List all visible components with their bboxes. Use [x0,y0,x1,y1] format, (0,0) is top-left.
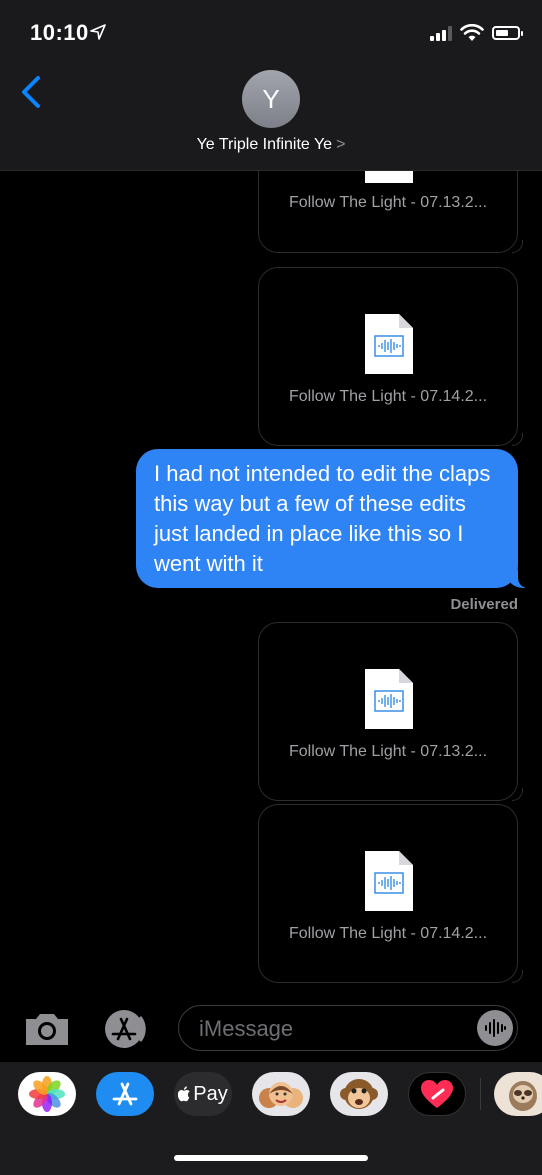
apple-logo-icon [178,1086,190,1102]
contact-name-button[interactable]: Ye Triple Infinite Ye > [0,136,542,154]
file-attachment-bubble[interactable]: Follow The Light - 07.14.2... [258,267,523,446]
drawer-divider [480,1078,481,1110]
message-composer [0,997,542,1061]
sticker-app-button[interactable] [494,1072,542,1116]
animoji-app-button[interactable] [330,1072,388,1116]
photos-app-button[interactable] [18,1072,76,1116]
sent-message-bubble[interactable]: I had not intended to edit the claps thi… [136,449,532,588]
imessage-app-drawer: Pay [0,1062,542,1175]
apple-pay-label: Pay [193,1082,228,1105]
audio-file-icon [365,669,413,729]
location-arrow-icon [90,24,106,40]
home-indicator[interactable] [174,1155,368,1161]
audio-file-icon [365,851,413,911]
heart-icon [421,1080,453,1108]
wifi-icon [460,24,484,41]
status-indicators [430,22,523,44]
audio-message-button[interactable] [477,1010,513,1046]
avatar-initial: Y [262,83,280,114]
cellular-signal-icon [430,25,452,41]
app-store-icon[interactable] [100,1009,150,1049]
apple-pay-app-button[interactable]: Pay [174,1072,232,1116]
contact-chevron: > [336,136,346,153]
monkey-animoji-icon [340,1079,378,1109]
app-store-logo-icon [112,1082,138,1106]
memoji-stickers-icon [259,1082,303,1108]
message-input-box[interactable] [178,1005,518,1051]
file-name: Follow The Light - 07.13.2... [288,743,488,760]
contact-avatar[interactable]: Y [242,70,300,128]
contact-name: Ye Triple Infinite Ye [196,136,333,153]
delivered-status: Delivered [450,596,518,613]
audio-file-icon [365,314,413,374]
file-attachment-bubble[interactable]: Follow The Light - 07.14.2... [258,804,523,983]
camera-icon[interactable] [22,1009,72,1049]
photos-icon [29,1076,65,1112]
waveform-icon [485,1019,506,1037]
back-chevron-icon[interactable] [14,72,50,112]
battery-icon [492,26,523,40]
app-store-app-button[interactable] [96,1072,154,1116]
file-attachment-bubble[interactable]: Follow The Light - 07.13.2... [258,622,523,801]
file-name: Follow The Light - 07.14.2... [288,388,488,405]
message-text: I had not intended to edit the claps thi… [154,461,491,576]
file-name: Follow The Light - 07.13.2... [288,194,488,211]
messages-screen: Follow The Light - 07.13.2... Follow The… [0,0,542,1175]
file-name: Follow The Light - 07.14.2... [288,925,488,942]
memoji-app-button[interactable] [252,1072,310,1116]
digital-touch-app-button[interactable] [408,1072,466,1116]
conversation-header: 10:10 Y Ye Triple Infinite Ye > [0,0,542,171]
status-time: 10:10 [30,20,89,45]
sloth-sticker-icon [509,1081,537,1111]
message-input[interactable] [197,1006,461,1051]
